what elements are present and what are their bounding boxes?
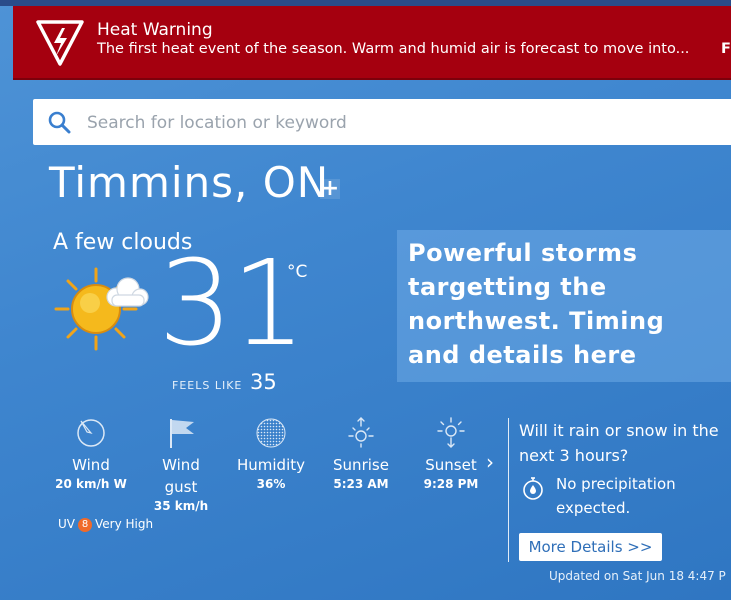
stat-label: Wind gust: [162, 456, 200, 496]
stat-value: 35 km/h: [153, 499, 209, 513]
stat-sunset: Sunset 9:28 PM: [416, 416, 486, 492]
stopwatch-drop-icon: [523, 477, 543, 500]
temperature: 31: [158, 234, 306, 372]
stat-label: Wind: [72, 456, 110, 474]
stat-value: 9:28 PM: [423, 477, 479, 491]
updated-timestamp: Updated on Sat Jun 18 4:47 P: [549, 569, 726, 583]
stat-label: Sunset: [425, 456, 477, 474]
search-input[interactable]: [85, 99, 729, 147]
sun-cloud-icon: [54, 267, 149, 351]
precip-answer: No precipitation expected.: [556, 475, 676, 517]
search-icon[interactable]: [47, 110, 71, 134]
stat-label: Humidity: [236, 456, 305, 474]
alert-title: Heat Warning: [97, 20, 213, 40]
heat-warning-banner[interactable]: Heat Warning The first heat event of the…: [13, 6, 731, 80]
alert-more-link[interactable]: F: [721, 41, 731, 57]
uv-badge: 8: [78, 517, 92, 532]
story-headline[interactable]: Powerful storms targetting the northwest…: [408, 236, 724, 372]
more-details-button[interactable]: More Details >>: [519, 533, 662, 561]
stat-value: 20 km/h W: [55, 477, 127, 491]
location-name: Timmins, ON: [49, 158, 330, 207]
feels-like-value: 35: [250, 370, 277, 394]
stat-sunrise: Sunrise 5:23 AM: [326, 416, 396, 492]
sunset-icon: [437, 417, 465, 448]
stat-label: Sunrise: [333, 456, 389, 474]
flag-icon: [170, 419, 194, 448]
featured-story[interactable]: Powerful storms targetting the northwest…: [397, 230, 731, 382]
stat-wind: Wind 20 km/h W: [55, 416, 127, 492]
chevron-right-icon[interactable]: ›: [486, 450, 494, 474]
stat-value: 5:23 AM: [333, 477, 389, 491]
sunrise-icon: [348, 417, 374, 448]
search-bar: [33, 99, 731, 147]
add-location-button[interactable]: +: [320, 178, 340, 200]
alert-text: The first heat event of the season. Warm…: [97, 41, 690, 57]
temperature-unit: °C: [287, 262, 308, 282]
stat-humidity: Humidity 36%: [236, 416, 306, 492]
heat-warning-icon: [36, 20, 84, 66]
wind-dial-icon: [77, 419, 105, 447]
stat-value: 36%: [256, 477, 286, 491]
feels-like-label: FEELS LIKE: [172, 379, 243, 392]
precip-question: Will it rain or snow in the next 3 hours…: [519, 421, 719, 465]
stat-wind-gust: Wind gust 35 km/h: [152, 416, 210, 514]
humidity-icon: [256, 418, 286, 448]
divider: [508, 418, 509, 562]
uv-index: UV 8 Very High: [58, 517, 153, 532]
uv-label: UV: [58, 517, 75, 531]
uv-level: Very High: [95, 517, 154, 531]
